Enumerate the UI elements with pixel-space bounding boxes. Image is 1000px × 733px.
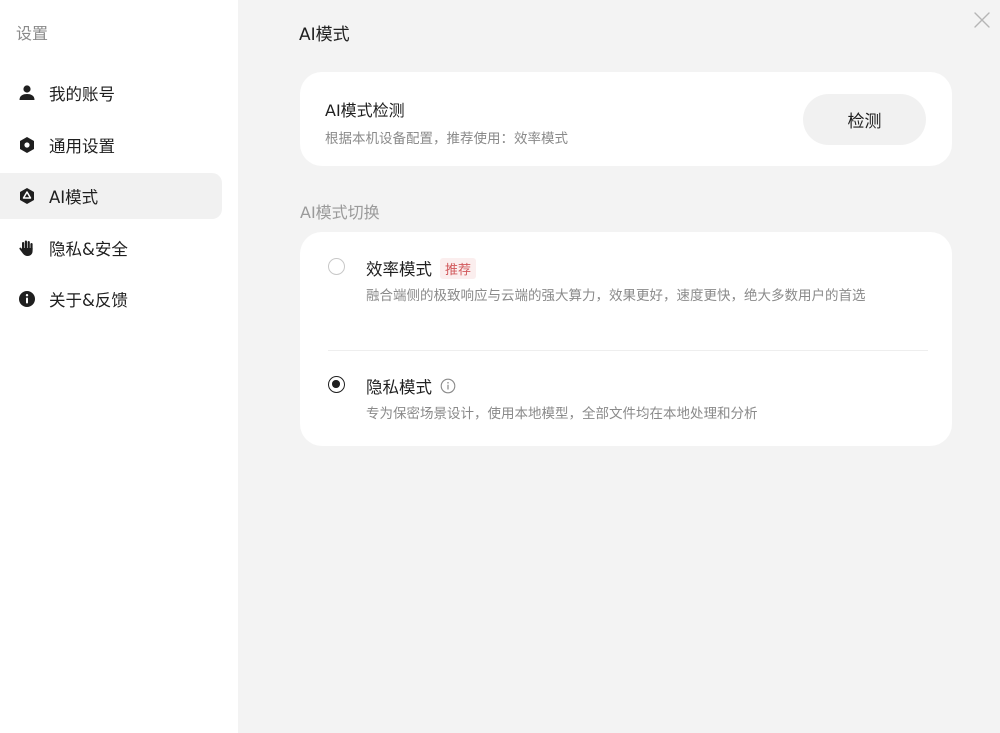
settings-window: 设置 我的账号 通用设置 AI模式 隐私&安全 关于&反馈 AI模式 AI模式检… bbox=[0, 0, 1000, 733]
sidebar-item-privacy-security[interactable]: 隐私&安全 bbox=[0, 225, 222, 271]
page-title: AI模式 bbox=[299, 25, 350, 45]
mode-switch-card: 效率模式 推荐 融合端侧的极致响应与云端的强大算力，效果更好，速度更快，绝大多数… bbox=[300, 232, 952, 446]
option-title: 效率模式 bbox=[366, 260, 432, 279]
option-title-row: 隐私模式 bbox=[366, 374, 456, 398]
sidebar-item-about-feedback[interactable]: 关于&反馈 bbox=[0, 276, 222, 322]
detect-button[interactable]: 检测 bbox=[803, 94, 926, 145]
mode-switch-label: AI模式切换 bbox=[300, 203, 380, 222]
recommended-badge: 推荐 bbox=[440, 257, 477, 279]
efficiency-mode-option[interactable]: 效率模式 推荐 融合端侧的极致响应与云端的强大算力，效果更好，速度更快，绝大多数… bbox=[300, 232, 952, 350]
person-icon bbox=[17, 83, 37, 103]
option-description: 融合端侧的极致响应与云端的强大算力，效果更好，速度更快，绝大多数用户的首选 bbox=[366, 288, 866, 304]
settings-hexagon-icon bbox=[17, 135, 37, 155]
sidebar-item-account[interactable]: 我的账号 bbox=[0, 70, 222, 116]
sidebar: 设置 我的账号 通用设置 AI模式 隐私&安全 关于&反馈 bbox=[0, 0, 238, 733]
info-icon[interactable] bbox=[440, 378, 456, 394]
privacy-mode-radio[interactable] bbox=[328, 376, 345, 393]
sidebar-item-ai-mode[interactable]: AI模式 bbox=[0, 173, 222, 219]
sidebar-item-general-settings[interactable]: 通用设置 bbox=[0, 122, 222, 168]
close-icon bbox=[972, 12, 992, 34]
sidebar-item-label: 通用设置 bbox=[49, 136, 115, 156]
hand-icon bbox=[17, 238, 37, 258]
info-circle-icon bbox=[17, 289, 37, 309]
sidebar-item-label: AI模式 bbox=[49, 188, 99, 207]
sidebar-item-label: 我的账号 bbox=[49, 85, 115, 104]
sidebar-title: 设置 bbox=[16, 24, 49, 43]
privacy-mode-option[interactable]: 隐私模式 专为保密场景设计，使用本地模型，全部文件均在本地处理和分析 bbox=[300, 350, 952, 446]
sidebar-item-label: 关于&反馈 bbox=[49, 291, 128, 310]
option-description: 专为保密场景设计，使用本地模型，全部文件均在本地处理和分析 bbox=[366, 406, 758, 422]
option-title: 隐私模式 bbox=[366, 378, 432, 397]
sidebar-item-label: 隐私&安全 bbox=[49, 239, 128, 259]
efficiency-mode-radio[interactable] bbox=[328, 258, 345, 275]
ai-mode-detect-card: AI模式检测 根据本机设备配置，推荐使用：效率模式 检测 bbox=[300, 72, 952, 166]
detect-description: 根据本机设备配置，推荐使用：效率模式 bbox=[325, 131, 568, 147]
content-area: AI模式 AI模式检测 根据本机设备配置，推荐使用：效率模式 检测 AI模式切换… bbox=[238, 0, 1000, 733]
close-button[interactable] bbox=[972, 10, 992, 30]
detect-title: AI模式检测 bbox=[325, 101, 405, 120]
ai-hexagon-icon bbox=[17, 186, 37, 206]
option-title-row: 效率模式 推荐 bbox=[366, 256, 477, 280]
sidebar-nav: 我的账号 通用设置 AI模式 隐私&安全 关于&反馈 bbox=[0, 70, 222, 328]
